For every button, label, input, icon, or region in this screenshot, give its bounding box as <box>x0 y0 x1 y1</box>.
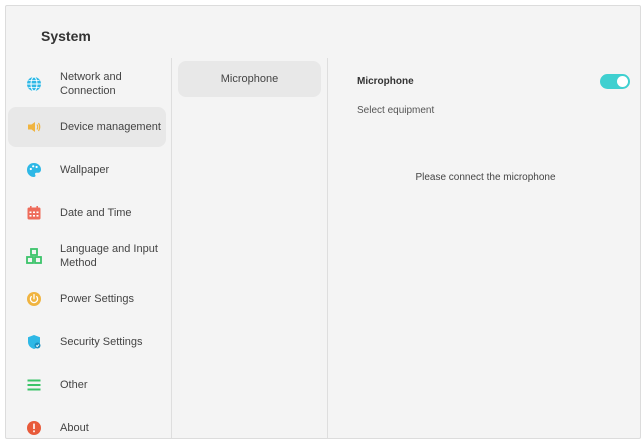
device-list: Microphone <box>173 58 327 438</box>
detail-divider <box>327 58 328 438</box>
detail-panel: Microphone Select equipment Please conne… <box>329 58 640 438</box>
sidebar-item-label: About <box>60 422 89 434</box>
sidebar-item-label: Security Settings <box>60 336 143 348</box>
sidebar-item-label: Network and Connection <box>60 71 122 97</box>
sidebar-item-label: Device management <box>60 121 161 133</box>
sidebar-item-date-time[interactable]: Date and Time <box>8 193 166 233</box>
blocks-icon <box>26 248 42 264</box>
sidebar-divider <box>171 58 172 438</box>
calendar-icon <box>27 206 41 220</box>
sidebar-item-label: Power Settings <box>60 293 134 305</box>
sidebar-item-device-management[interactable]: Device management <box>8 107 166 147</box>
power-icon <box>27 292 41 306</box>
globe-icon <box>27 76 41 92</box>
sidebar-item-language-input[interactable]: Language and Input Method <box>8 236 166 276</box>
microphone-heading: Microphone <box>357 76 414 87</box>
empty-state-message: Please connect the microphone <box>415 172 556 183</box>
sidebar-item-security[interactable]: Security Settings <box>8 322 166 362</box>
sidebar-item-about[interactable]: About <box>8 408 166 438</box>
sidebar-item-other[interactable]: Other <box>8 365 166 405</box>
list-icon <box>27 379 41 391</box>
sidebar-item-label: Language and Input Method <box>60 243 158 269</box>
settings-window: System Network and Connection Device man… <box>5 5 641 439</box>
sidebar: Network and Connection Device management… <box>6 58 172 438</box>
info-icon <box>27 421 41 435</box>
sidebar-item-wallpaper[interactable]: Wallpaper <box>8 150 166 190</box>
sidebar-item-label: Date and Time <box>60 207 132 219</box>
palette-icon <box>27 163 41 177</box>
device-item-microphone[interactable]: Microphone <box>178 61 321 97</box>
sidebar-item-label: Wallpaper <box>60 164 110 176</box>
shield-icon <box>28 335 41 349</box>
sidebar-item-network[interactable]: Network and Connection <box>8 64 166 104</box>
speaker-icon <box>28 122 41 132</box>
sidebar-item-label: Other <box>60 379 88 391</box>
select-equipment-label[interactable]: Select equipment <box>357 105 434 116</box>
sidebar-item-power[interactable]: Power Settings <box>8 279 166 319</box>
toggle-knob <box>617 76 628 87</box>
window-title: System <box>41 28 91 44</box>
microphone-toggle[interactable] <box>600 74 630 89</box>
